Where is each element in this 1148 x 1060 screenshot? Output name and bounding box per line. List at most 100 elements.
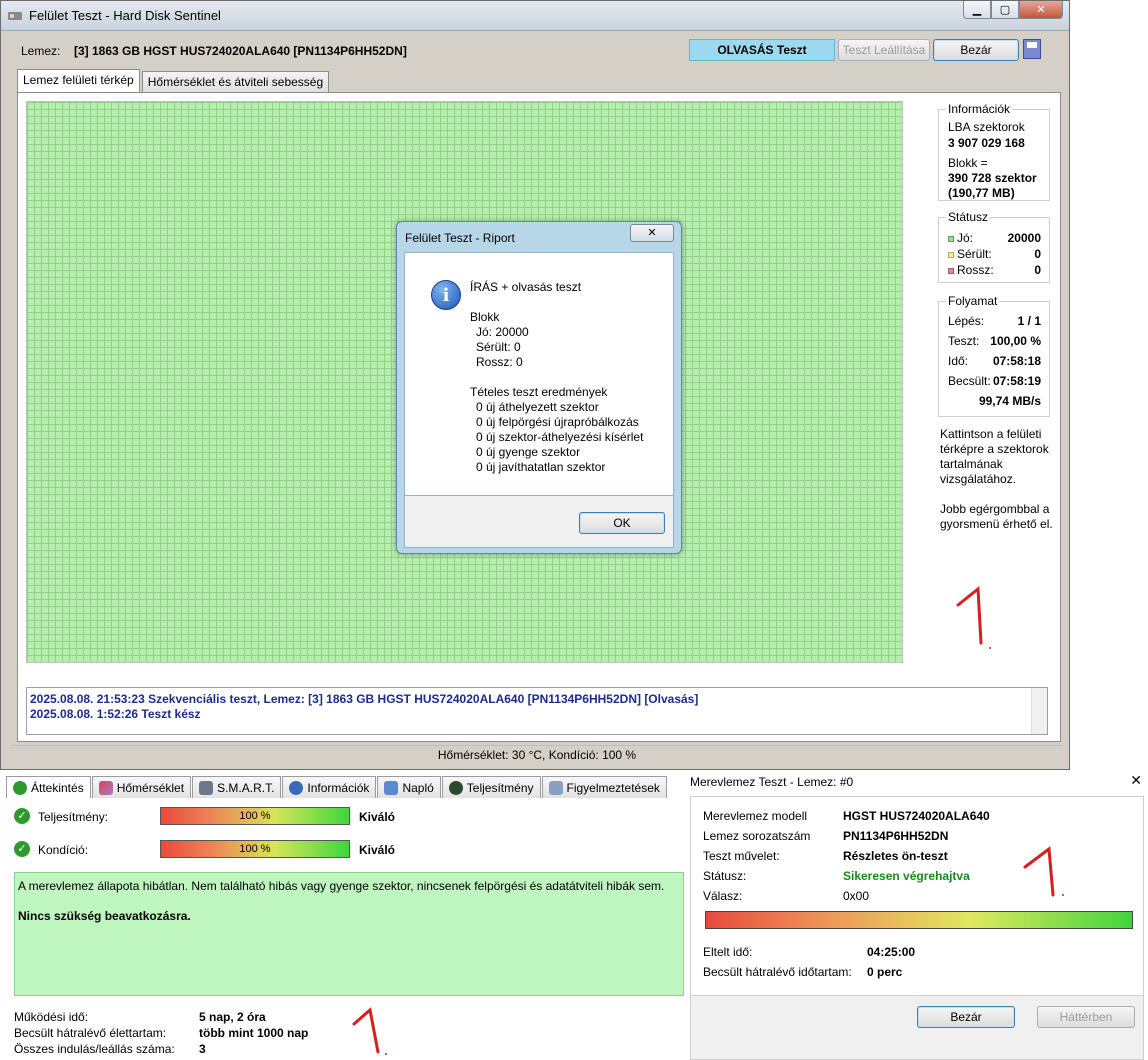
action-text: Nincs szükség beavatkozásra.	[18, 909, 191, 923]
tab-surface-map[interactable]: Lemez felületi térkép	[17, 69, 140, 93]
info-group: Információk LBA szektorok 3 907 029 168 …	[938, 102, 1050, 201]
dialog-results-title: Tételes teszt eredmények	[470, 385, 608, 399]
log-entry: 2025.08.08. 21:53:23 Szekvenciális teszt…	[30, 692, 699, 706]
dialog-footer: OK	[404, 496, 674, 548]
tab-temperature-label: Hőmérséklet	[116, 780, 185, 795]
performance-bar: 100 %	[160, 807, 350, 825]
lba-label: LBA szektorok	[948, 120, 1025, 134]
est-label: Becsült:	[948, 374, 991, 388]
hdd-test-title: Merevlemez Teszt - Lemez: #0	[690, 775, 854, 789]
dialog-result-item: 0 új gyenge szektor	[476, 445, 581, 459]
dialog-close-button[interactable]: ✕	[630, 224, 674, 242]
progress-group: Folyamat Lépés: 1 / 1 Teszt: 100,00 % Id…	[938, 294, 1050, 417]
save-icon[interactable]	[1023, 39, 1041, 59]
answer-value: 0x00	[843, 889, 870, 903]
info-group-title: Információk	[946, 102, 1013, 116]
dialog-bad: Rossz: 0	[476, 355, 523, 369]
dialog-damaged: Sérült: 0	[476, 340, 521, 354]
bad-row: Rossz:	[948, 263, 994, 277]
dialog-result-item: 0 új javíthatatlan szektor	[476, 460, 606, 474]
tab-information-label: Információk	[307, 780, 370, 795]
tab-overview[interactable]: Áttekintés	[6, 776, 91, 798]
good-swatch-icon	[948, 235, 954, 242]
dialog-result-item: 0 új szektor-áthelyezési kísérlet	[476, 430, 644, 444]
lifetime-value: több mint 1000 nap	[199, 1026, 309, 1040]
close-button[interactable]: Bezár	[933, 39, 1019, 61]
model-value: HGST HUS724020ALA640	[843, 809, 990, 823]
dialog-title: Felület Teszt - Riport	[405, 231, 515, 245]
time-label: Idő:	[948, 354, 969, 368]
background-button[interactable]: Háttérben	[1037, 1006, 1135, 1028]
overview-tabs: Áttekintés Hőmérséklet S.M.A.R.T. Inform…	[6, 776, 668, 798]
hint-right-click: Jobb egérgombbal a gyorsmenü érhető el.	[940, 502, 1053, 531]
step-value: 1 / 1	[1017, 314, 1041, 328]
thermometer-icon	[98, 780, 113, 795]
log-list[interactable]: 2025.08.08. 21:53:23 Szekvenciális teszt…	[26, 687, 1048, 735]
maximize-button[interactable]: ▢	[991, 1, 1019, 19]
lifetime-label: Becsült hátralévő élettartam:	[14, 1026, 167, 1040]
minimize-button[interactable]: ▁	[963, 1, 991, 19]
dialog-body: i ÍRÁS + olvasás teszt Blokk Jó: 20000 S…	[404, 252, 674, 496]
tab-overview-label: Áttekintés	[31, 780, 84, 795]
performance-check-icon: ✓	[14, 808, 30, 824]
dialog-result-item: 0 új felpörgési újrapróbálkozás	[476, 415, 639, 429]
block-label: Blokk =	[948, 156, 988, 170]
disk-sentinel-icon	[8, 12, 22, 20]
log-icon	[384, 780, 399, 795]
tab-smart[interactable]: S.M.A.R.T.	[192, 776, 282, 798]
est-value: 07:58:19	[992, 374, 1041, 388]
hint-click: Kattintson a felületi térképre a szektor…	[940, 427, 1049, 486]
disk-row: Lemez: [3] 1863 GB HGST HUS724020ALA640 …	[11, 37, 1059, 63]
status-group-title: Státusz	[946, 210, 991, 224]
starts-label: Összes indulás/leállás száma:	[14, 1042, 175, 1056]
disk-name: [3] 1863 GB HGST HUS724020ALA640 [PN1134…	[74, 44, 407, 58]
overview-panel: Áttekintés Hőmérséklet S.M.A.R.T. Inform…	[0, 770, 686, 1060]
tab-log[interactable]: Napló	[377, 776, 441, 798]
tab-alerts[interactable]: Figyelmeztetések	[541, 776, 667, 798]
tab-temperature-speed[interactable]: Hőmérséklet és átviteli sebesség	[141, 71, 330, 93]
dialog-good: Jó: 20000	[476, 325, 529, 339]
status-group: Státusz Jó: 20000 Sérült: 0 Rossz: 0	[938, 210, 1050, 283]
stop-test-button[interactable]: Teszt Leállítása	[838, 39, 930, 61]
bad-label: Rossz:	[957, 263, 994, 277]
time-value: 07:58:18	[992, 354, 1041, 368]
damaged-label: Sérült:	[957, 247, 992, 261]
tab-alerts-label: Figyelmeztetések	[566, 780, 660, 795]
remaining-label: Becsült hátralévő időtartam:	[703, 965, 852, 979]
performance-rating: Kiváló	[359, 810, 396, 824]
log-scrollbar[interactable]	[1031, 688, 1047, 734]
tab-log-label: Napló	[402, 780, 434, 795]
lba-value: 3 907 029 168	[948, 136, 1025, 150]
test-mode-badge: OLVASÁS Teszt	[689, 39, 835, 61]
hdd-close-icon[interactable]: ✕	[1130, 772, 1142, 789]
tab-performance[interactable]: Teljesítmény	[441, 776, 541, 798]
model-label: Merevlemez modell	[703, 809, 808, 823]
status-bar: Hőmérséklet: 30 °C, Kondíció: 100 %	[11, 745, 1063, 765]
elapsed-label: Eltelt idő:	[703, 945, 753, 959]
report-dialog: Felület Teszt - Riport ✕ i ÍRÁS + olvasá…	[396, 221, 682, 554]
tab-smart-label: S.M.A.R.T.	[217, 780, 275, 795]
operation-label: Teszt művelet:	[703, 849, 780, 863]
status-label: Státusz:	[703, 869, 747, 883]
log-entry: 2025.08.08. 1:52:26 Teszt kész	[30, 707, 201, 721]
warning-doc-icon	[548, 780, 563, 795]
good-value: 20000	[1007, 231, 1041, 245]
performance-label: Teljesítmény:	[38, 810, 109, 824]
block-size: (190,77 MB)	[948, 186, 1015, 200]
power-on-label: Működési idő:	[14, 1010, 89, 1024]
health-rating: Kiváló	[359, 843, 396, 857]
block-value: 390 728 szektor	[948, 171, 1037, 185]
hdd-test-window: Merevlemez Teszt - Lemez: #0 ✕ Merevleme…	[686, 770, 1148, 1060]
test-value: 100,00 %	[990, 334, 1041, 348]
close-window-button[interactable]: ✕	[1019, 1, 1063, 19]
dialog-heading: ÍRÁS + olvasás teszt	[470, 280, 582, 294]
ok-button[interactable]: OK	[579, 512, 665, 534]
summary-box: A merevlemez állapota hibátlan. Nem talá…	[14, 872, 684, 996]
good-row: Jó:	[948, 231, 973, 245]
tab-information[interactable]: Információk	[282, 776, 377, 798]
hdd-close-button[interactable]: Bezár	[917, 1006, 1015, 1028]
tab-temperature[interactable]: Hőmérséklet	[91, 776, 192, 798]
title-bar: Felület Teszt - Hard Disk Sentinel ▁ ▢ ✕	[1, 1, 1069, 31]
gauge-icon	[448, 780, 463, 795]
bad-swatch-icon	[948, 267, 954, 274]
